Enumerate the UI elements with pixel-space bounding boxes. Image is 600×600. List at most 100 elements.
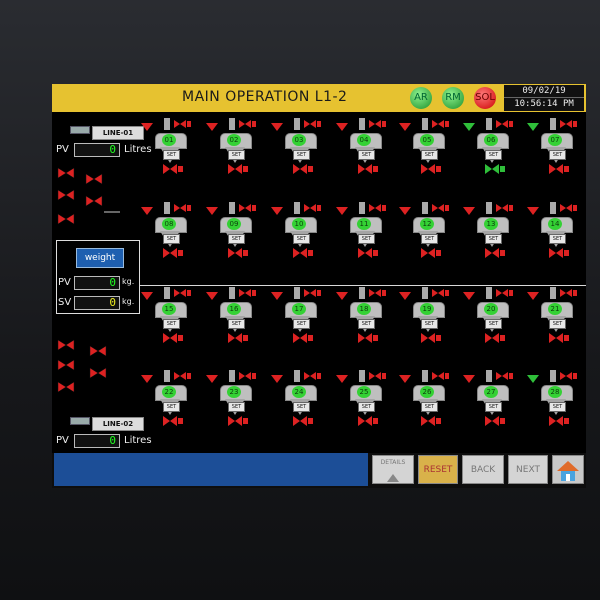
silo-08[interactable]: 08 — [154, 214, 187, 250]
silo-outlet-valve[interactable] — [420, 162, 444, 176]
silo-set-button[interactable]: SET — [293, 234, 310, 244]
silo-03[interactable]: 03 — [284, 130, 317, 166]
silo-13[interactable]: 13 — [476, 214, 509, 250]
silo-28[interactable]: 28 — [540, 382, 573, 418]
silo-12[interactable]: 12 — [412, 214, 445, 250]
silo-outlet-valve[interactable] — [357, 414, 381, 428]
silo-14[interactable]: 14 — [540, 214, 573, 250]
silo-outlet-valve[interactable] — [484, 331, 508, 345]
home-button[interactable] — [552, 455, 584, 484]
silo-outlet-valve[interactable] — [162, 246, 186, 260]
silo-set-button[interactable]: SET — [293, 402, 310, 412]
silo-set-button[interactable]: SET — [358, 150, 375, 160]
silo-set-button[interactable]: SET — [163, 319, 180, 329]
silo-set-button[interactable]: SET — [485, 402, 502, 412]
reset-button[interactable]: RESET — [418, 455, 458, 484]
silo-outlet-valve[interactable] — [292, 246, 316, 260]
back-button[interactable]: BACK — [462, 455, 504, 484]
weight-sv-value[interactable]: 0 — [74, 296, 120, 310]
silo-24[interactable]: 24 — [284, 382, 317, 418]
silo-10[interactable]: 10 — [284, 214, 317, 250]
silo-set-button[interactable]: SET — [485, 319, 502, 329]
silo-outlet-valve[interactable] — [548, 162, 572, 176]
silo-07[interactable]: 07 — [540, 130, 573, 166]
silo-set-button[interactable]: SET — [549, 234, 566, 244]
silo-set-button[interactable]: SET — [358, 234, 375, 244]
silo-outlet-valve[interactable] — [162, 331, 186, 345]
silo-27[interactable]: 27 — [476, 382, 509, 418]
silo-outlet-valve[interactable] — [420, 414, 444, 428]
silo-09[interactable]: 09 — [219, 214, 252, 250]
silo-02[interactable]: 02 — [219, 130, 252, 166]
silo-number: 11 — [357, 218, 371, 230]
silo-11[interactable]: 11 — [349, 214, 382, 250]
silo-outlet-valve[interactable] — [292, 331, 316, 345]
silo-number: 21 — [548, 303, 562, 315]
silo-04[interactable]: 04 — [349, 130, 382, 166]
silo-set-button[interactable]: SET — [163, 234, 180, 244]
silo-outlet-valve[interactable] — [548, 331, 572, 345]
silo-outlet-valve[interactable] — [227, 414, 251, 428]
silo-set-button[interactable]: SET — [228, 150, 245, 160]
silo-number: 06 — [484, 134, 498, 146]
silo-19[interactable]: 19 — [412, 299, 445, 335]
silo-outlet-valve[interactable] — [357, 331, 381, 345]
silo-18[interactable]: 18 — [349, 299, 382, 335]
silo-outlet-valve[interactable] — [227, 331, 251, 345]
silo-set-button[interactable]: SET — [421, 319, 438, 329]
silo-outlet-valve[interactable] — [484, 162, 508, 176]
silo-23[interactable]: 23 — [219, 382, 252, 418]
silo-outlet-valve[interactable] — [292, 414, 316, 428]
silo-01[interactable]: 01 — [154, 130, 187, 166]
silo-outlet-valve[interactable] — [162, 414, 186, 428]
silo-06[interactable]: 06 — [476, 130, 509, 166]
silo-set-button[interactable]: SET — [228, 402, 245, 412]
silo-outlet-valve[interactable] — [227, 246, 251, 260]
silo-set-button[interactable]: SET — [228, 319, 245, 329]
silo-set-button[interactable]: SET — [293, 150, 310, 160]
silo-outlet-valve[interactable] — [420, 246, 444, 260]
silo-set-button[interactable]: SET — [163, 402, 180, 412]
silo-05[interactable]: 05 — [412, 130, 445, 166]
silo-outlet-valve[interactable] — [484, 414, 508, 428]
silo-set-button[interactable]: SET — [163, 150, 180, 160]
silo-outlet-valve[interactable] — [357, 246, 381, 260]
silo-22[interactable]: 22 — [154, 382, 187, 418]
silo-set-button[interactable]: SET — [228, 234, 245, 244]
silo-set-button[interactable]: SET — [421, 150, 438, 160]
silo-25[interactable]: 25 — [349, 382, 382, 418]
weight-pv-label: PV — [58, 277, 71, 288]
silo-outlet-valve[interactable] — [548, 414, 572, 428]
silo-number: 28 — [548, 386, 562, 398]
line1-valve-cluster — [57, 167, 120, 225]
silo-set-button[interactable]: SET — [549, 150, 566, 160]
silo-number: 10 — [292, 218, 306, 230]
silo-set-button[interactable]: SET — [421, 402, 438, 412]
silo-15[interactable]: 15 — [154, 299, 187, 335]
silo-outlet-valve[interactable] — [357, 162, 381, 176]
silo-set-button[interactable]: SET — [358, 319, 375, 329]
silo-outlet-valve[interactable] — [484, 246, 508, 260]
silo-set-button[interactable]: SET — [549, 319, 566, 329]
silo-set-button[interactable]: SET — [549, 402, 566, 412]
weight-pv-unit: kg. — [122, 277, 135, 286]
silo-outlet-valve[interactable] — [548, 246, 572, 260]
details-button[interactable]: DETAILS — [372, 455, 414, 484]
silo-16[interactable]: 16 — [219, 299, 252, 335]
silo-set-button[interactable]: SET — [293, 319, 310, 329]
next-button[interactable]: NEXT — [508, 455, 548, 484]
silo-outlet-valve[interactable] — [292, 162, 316, 176]
silo-26[interactable]: 26 — [412, 382, 445, 418]
silo-20[interactable]: 20 — [476, 299, 509, 335]
silo-outlet-valve[interactable] — [420, 331, 444, 345]
weight-button[interactable]: weight — [76, 248, 124, 268]
silo-outlet-valve[interactable] — [227, 162, 251, 176]
silo-set-button[interactable]: SET — [485, 234, 502, 244]
silo-set-button[interactable]: SET — [421, 234, 438, 244]
silo-17[interactable]: 17 — [284, 299, 317, 335]
rm-indicator: RM — [442, 87, 464, 109]
silo-set-button[interactable]: SET — [358, 402, 375, 412]
silo-set-button[interactable]: SET — [485, 150, 502, 160]
silo-21[interactable]: 21 — [540, 299, 573, 335]
silo-outlet-valve[interactable] — [162, 162, 186, 176]
